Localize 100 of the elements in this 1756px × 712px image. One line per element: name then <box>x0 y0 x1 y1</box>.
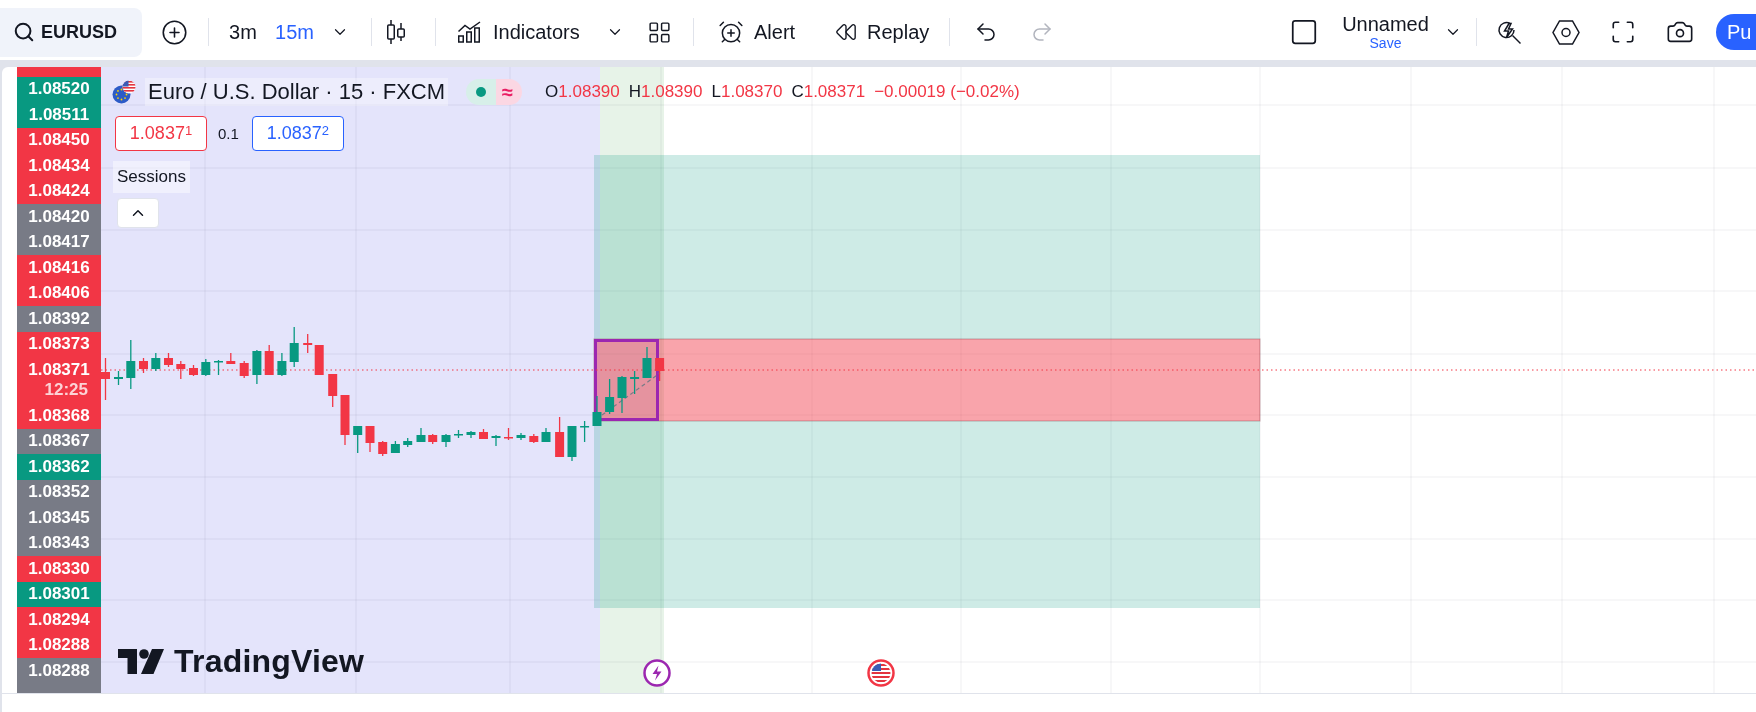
interval-tab[interactable]: 3m <box>222 12 264 52</box>
price-label: 1.08371 <box>28 360 90 380</box>
candlestick <box>541 427 551 443</box>
rewind-icon <box>835 21 857 43</box>
candlestick <box>416 427 426 443</box>
price-tag: 1.08343 <box>17 530 101 556</box>
candlestick <box>466 430 476 439</box>
logo-wordmark: TradingView <box>174 643 365 679</box>
buy-price-button[interactable]: 1.0837$^{2}$ <box>251 115 344 151</box>
price-tag: 1.08294 <box>17 607 101 633</box>
grid-icon <box>646 19 672 45</box>
currency-flags-icon <box>112 80 136 104</box>
candlestick <box>454 429 463 439</box>
alert-button[interactable]: Alert <box>712 12 806 52</box>
ohlc-value: 1.08390 <box>558 82 620 102</box>
lightning-event-icon <box>643 659 671 687</box>
candlestick-icon <box>386 19 406 45</box>
bar-chart-icon <box>457 21 481 43</box>
price-change: −0.00019 (−0.02%) <box>874 82 1020 102</box>
price-tag: 1.08330 <box>17 556 101 582</box>
candlestick <box>340 394 350 446</box>
price-tag: 1.08520 <box>17 76 101 102</box>
ohlc-label: L <box>711 82 721 102</box>
layout-name-button[interactable]: Unnamed Save <box>1338 8 1433 56</box>
price-tag: 1.08420 <box>17 204 101 230</box>
price-tag: 1.08424 <box>17 178 101 204</box>
layout-name: Unnamed <box>1342 13 1429 35</box>
price-tag: 1.08373 <box>17 331 101 357</box>
price-tag: 1.08406 <box>17 280 101 306</box>
sell-price-button[interactable]: 1.0837$^{1}$ <box>115 115 207 151</box>
ohlc-label: O <box>545 82 559 102</box>
candlestick <box>504 427 513 441</box>
candlestick <box>277 352 287 377</box>
plus-circle-icon <box>160 18 188 46</box>
candlestick <box>239 360 249 379</box>
replay-button[interactable]: Replay <box>829 12 936 52</box>
candlestick <box>479 428 488 440</box>
candlestick <box>491 434 501 447</box>
candlestick <box>567 425 577 462</box>
candlestick <box>605 378 615 415</box>
delay-indicator: ≈ <box>496 79 523 105</box>
symbol-search-button[interactable]: EURUSD <box>0 7 142 57</box>
candlestick <box>390 440 400 454</box>
price-tag: 1.08352 <box>17 479 101 505</box>
settings-icon <box>1552 19 1580 45</box>
candlestick <box>139 357 148 374</box>
candlestick <box>555 416 565 458</box>
price-tag: 1.08450 <box>17 127 101 153</box>
candlestick <box>164 352 173 368</box>
candlestick <box>289 326 299 368</box>
candlestick <box>428 433 438 445</box>
indicator-label: Sessions <box>113 161 190 193</box>
candlestick <box>226 352 236 365</box>
candlestick <box>151 352 161 372</box>
candlestick <box>403 437 413 448</box>
flag-event-icon <box>867 659 895 687</box>
search-icon <box>13 21 35 43</box>
price-tag: 1.08367 <box>17 428 101 454</box>
price-tag: 1.08392 <box>17 306 101 332</box>
candlestick <box>201 358 211 377</box>
price-tag: 1.08345 <box>17 505 101 531</box>
fullscreen-icon <box>1610 19 1636 45</box>
ohlc-value: 1.08390 <box>641 82 703 102</box>
price-tag: 1.08368 <box>17 403 101 429</box>
candlestick <box>353 425 363 454</box>
price-tag: 1.08434 <box>17 153 101 179</box>
candlestick <box>516 432 526 441</box>
spread-value: 0.1 <box>218 124 239 142</box>
price-tag: 1.08362 <box>17 454 101 480</box>
interval-tab[interactable]: 15m <box>268 12 321 52</box>
indicators-button[interactable]: Indicators <box>451 12 591 52</box>
candlestick <box>529 433 539 444</box>
candlestick <box>592 395 602 427</box>
price-tag: 1.08301 <box>17 581 101 607</box>
candlestick <box>252 349 262 385</box>
redo-icon <box>1030 20 1054 44</box>
ohlc-value: 1.08371 <box>803 82 866 102</box>
price-tag: 1.08416 <box>17 255 101 281</box>
square-icon <box>1289 17 1319 47</box>
price-tag: 1.08511 <box>17 102 101 128</box>
candlestick <box>114 370 123 386</box>
candlestick <box>655 357 665 382</box>
publish-button[interactable]: Pu <box>1716 14 1756 50</box>
candlestick <box>642 346 652 379</box>
candlestick <box>176 360 186 380</box>
alarm-clock-icon <box>718 19 744 45</box>
ohlc-label: C <box>791 82 804 102</box>
magnifier-lightning-icon <box>1496 19 1522 45</box>
price-tag: 1.08288 <box>17 658 101 684</box>
ohlc-label: H <box>628 82 642 102</box>
save-label: Save <box>1369 35 1402 51</box>
dashed-line <box>601 372 661 416</box>
symbol-title: Euro / U.S. Dollar · 15 · FXCM <box>145 78 449 106</box>
ohlc-value: 1.08370 <box>720 82 783 102</box>
candlestick <box>378 440 388 457</box>
price-tag: 1.08417 <box>17 229 101 255</box>
candlestick <box>365 425 375 453</box>
candlestick <box>189 364 198 377</box>
countdown-label: 12:25 <box>44 380 88 400</box>
logo-icon <box>118 648 164 674</box>
